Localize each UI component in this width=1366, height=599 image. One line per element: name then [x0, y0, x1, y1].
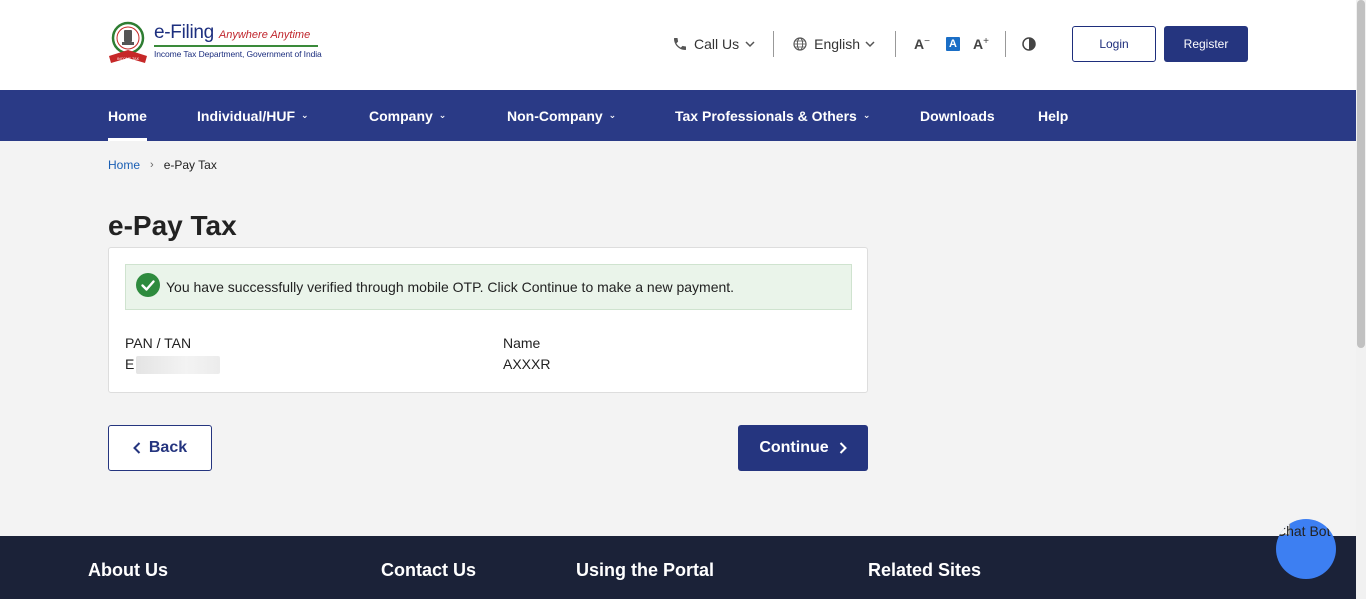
check-circle-icon [136, 272, 160, 302]
footer-about-heading: About Us [88, 560, 168, 580]
nav-item-individual-huf[interactable]: Individual/HUF ⌄ [197, 90, 309, 141]
logo-subtitle: Income Tax Department, Government of Ind… [154, 49, 322, 59]
efiling-logo[interactable]: INCOME TAX e-Filing Anywhere Anytime Inc… [108, 20, 322, 66]
divider [773, 31, 775, 57]
divider [1004, 31, 1006, 57]
breadcrumb-current: e-Pay Tax [163, 158, 217, 172]
chevron-down-icon: ⌄ [438, 110, 447, 120]
breadcrumb: Home › e-Pay Tax [108, 158, 217, 172]
chevron-right-icon [839, 442, 847, 454]
chevron-left-icon [132, 442, 141, 454]
contrast-toggle[interactable] [1022, 37, 1036, 51]
logo-title: e-Filing [154, 22, 214, 43]
pan-tan-label: PAN / TAN [125, 335, 192, 351]
divider [895, 31, 897, 57]
site-header: INCOME TAX e-Filing Anywhere Anytime Inc… [0, 0, 1356, 90]
nav-item-help[interactable]: Help [1038, 90, 1068, 141]
footer-portal-heading: Using the Portal [576, 560, 715, 580]
globe-icon [792, 36, 808, 52]
page-title: e-Pay Tax [108, 210, 237, 241]
contrast-icon [1022, 37, 1036, 51]
logo-underline [154, 45, 318, 47]
scrollbar-thumb[interactable] [1357, 0, 1365, 348]
name-value: AXXXR [503, 356, 551, 372]
chevron-down-icon: ⌄ [862, 110, 871, 120]
font-normal-button[interactable]: A [946, 37, 961, 51]
breadcrumb-home-link[interactable]: Home [108, 158, 140, 172]
name-field: Name AXXXR [503, 335, 550, 372]
language-dropdown[interactable]: English [792, 36, 875, 52]
chevron-down-icon: ⌄ [301, 110, 309, 120]
nav-item-non-company[interactable]: Non-Company ⌄ [507, 90, 616, 141]
chevron-right-icon: › [150, 159, 154, 171]
main-navigation: Home Individual/HUF ⌄ Company ⌄ Non-Compan… [0, 90, 1356, 141]
verification-card: You have successfully verified through m… [108, 247, 868, 393]
svg-text:INCOME TAX: INCOME TAX [117, 57, 139, 61]
page-scrollbar[interactable] [1356, 0, 1366, 599]
chevron-down-icon [745, 39, 755, 49]
site-footer: About Us Contact Us Using the Portal Rel… [0, 536, 1356, 599]
success-message: You have successfully verified through m… [166, 279, 735, 295]
chevron-down-icon: ⌄ [608, 110, 617, 120]
masked-value [136, 356, 221, 375]
call-us-label: Call Us [694, 36, 740, 52]
footer-related-heading: Related Sites [868, 560, 982, 580]
success-alert: You have successfully verified through m… [125, 264, 852, 310]
language-label: English [814, 36, 861, 52]
chatbot-button[interactable]: Chat Bot [1276, 519, 1336, 579]
pan-tan-value: E [125, 356, 135, 372]
nav-item-downloads[interactable]: Downloads [920, 90, 995, 141]
register-button[interactable]: Register [1164, 26, 1248, 62]
login-button[interactable]: Login [1072, 26, 1156, 62]
font-increase-button[interactable]: A + [973, 36, 989, 53]
logo-tagline: Anywhere Anytime [218, 29, 311, 41]
pan-tan-field: PAN / TAN E [125, 335, 221, 375]
back-button[interactable]: Back [108, 425, 212, 471]
call-us-dropdown[interactable]: Call Us [672, 36, 755, 52]
chevron-down-icon [865, 39, 875, 49]
name-label: Name [503, 335, 541, 351]
continue-button[interactable]: Continue [738, 425, 868, 471]
nav-item-company[interactable]: Company ⌄ [369, 90, 446, 141]
footer-contact-heading: Contact Us [381, 560, 477, 580]
nav-item-tax-professionals[interactable]: Tax Professionals & Others ⌄ [675, 90, 870, 141]
header-tools: Call Us English A − A A + [672, 26, 1036, 62]
phone-icon [672, 36, 688, 52]
chatbot-alt-text: Chat Bot [1276, 523, 1331, 539]
national-emblem-icon: INCOME TAX [108, 20, 148, 66]
font-decrease-button[interactable]: A − [914, 36, 930, 53]
nav-item-home[interactable]: Home [108, 90, 147, 141]
